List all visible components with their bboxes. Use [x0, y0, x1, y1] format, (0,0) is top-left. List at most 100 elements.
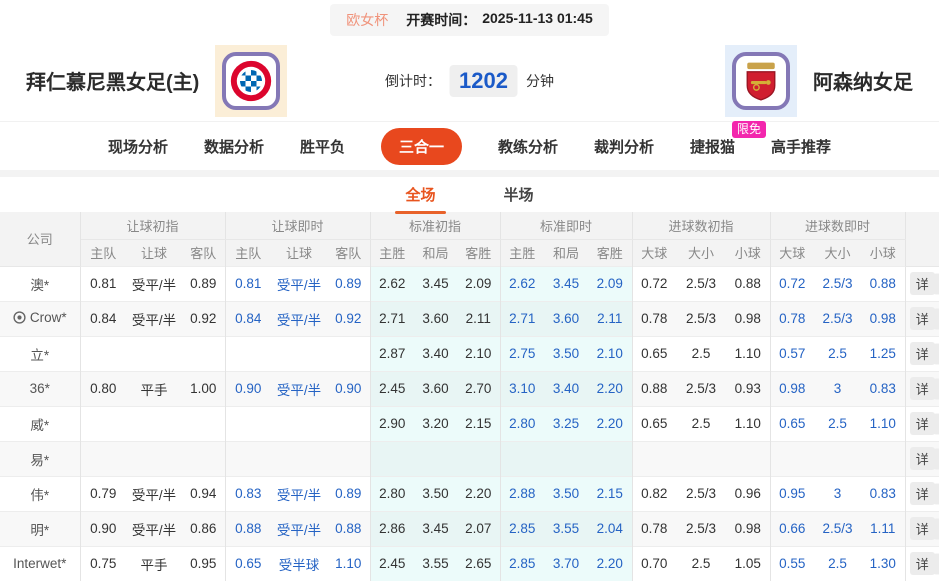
odds-cell[interactable]: 0.83: [861, 476, 905, 511]
odds-cell[interactable]: 0.92: [327, 301, 370, 336]
odds-cell[interactable]: 2.20: [588, 546, 632, 581]
odds-cell[interactable]: 2.5/3: [814, 301, 861, 336]
odds-cell[interactable]: 0.88: [327, 511, 370, 546]
odds-cell[interactable]: [861, 441, 905, 476]
odds-cell[interactable]: 2.80: [500, 406, 544, 441]
odds-cell[interactable]: 2.71: [500, 301, 544, 336]
odds-cell[interactable]: 受平/半: [271, 511, 327, 546]
detail-button[interactable]: 详: [910, 412, 935, 435]
odds-cell[interactable]: 2.5: [814, 406, 861, 441]
odds-cell[interactable]: 3.45: [544, 266, 588, 301]
odds-cell[interactable]: 0.98: [861, 301, 905, 336]
odds-cell[interactable]: 0.55: [770, 546, 814, 581]
odds-cell[interactable]: [500, 441, 544, 476]
odds-cell[interactable]: 0.90: [327, 371, 370, 406]
odds-cell[interactable]: 2.85: [500, 546, 544, 581]
odds-cell[interactable]: 2.20: [588, 371, 632, 406]
odds-cell[interactable]: 0.88: [861, 266, 905, 301]
detail-button[interactable]: 详: [910, 517, 935, 540]
odds-cell[interactable]: 2.62: [500, 266, 544, 301]
odds-cell[interactable]: 受平/半: [271, 371, 327, 406]
odds-cell[interactable]: 2.10: [588, 336, 632, 371]
odds-cell[interactable]: 0.72: [770, 266, 814, 301]
odds-cell[interactable]: 1.25: [861, 336, 905, 371]
tab-referee-analysis[interactable]: 裁判分析: [594, 136, 654, 157]
tab-live-analysis[interactable]: 现场分析: [108, 136, 168, 157]
odds-cell[interactable]: 0.65: [225, 546, 271, 581]
odds-cell[interactable]: 受半球: [271, 546, 327, 581]
odds-cell[interactable]: 2.11: [588, 301, 632, 336]
odds-cell[interactable]: [327, 406, 370, 441]
tab-three-in-one[interactable]: 三合一: [381, 128, 462, 165]
tab-expert-picks[interactable]: 高手推荐: [771, 136, 831, 157]
odds-cell[interactable]: 0.95: [770, 476, 814, 511]
odds-cell[interactable]: [814, 441, 861, 476]
subtab-full-match[interactable]: 全场: [403, 180, 437, 209]
odds-cell[interactable]: 3.50: [544, 476, 588, 511]
tab-jiebao-cat[interactable]: 捷报猫 限免: [690, 136, 735, 157]
odds-cell[interactable]: [271, 336, 327, 371]
odds-cell[interactable]: 0.90: [225, 371, 271, 406]
odds-cell[interactable]: 3.60: [544, 301, 588, 336]
odds-cell[interactable]: 2.5: [814, 336, 861, 371]
odds-cell[interactable]: 3.25: [544, 406, 588, 441]
odds-cell[interactable]: 0.84: [225, 301, 271, 336]
odds-cell[interactable]: [327, 336, 370, 371]
tab-coach-analysis[interactable]: 教练分析: [498, 136, 558, 157]
odds-cell[interactable]: 0.65: [770, 406, 814, 441]
detail-button[interactable]: 详: [910, 447, 935, 470]
odds-cell[interactable]: 3.50: [544, 336, 588, 371]
odds-cell[interactable]: 1.10: [861, 406, 905, 441]
odds-cell[interactable]: 1.10: [327, 546, 370, 581]
odds-cell[interactable]: [271, 441, 327, 476]
odds-cell[interactable]: 0.83: [225, 476, 271, 511]
odds-cell[interactable]: 2.15: [588, 476, 632, 511]
odds-cell[interactable]: 0.78: [770, 301, 814, 336]
odds-cell[interactable]: 2.88: [500, 476, 544, 511]
detail-button[interactable]: 详: [910, 377, 935, 400]
detail-button[interactable]: 详: [910, 307, 935, 330]
tab-win-draw-loss[interactable]: 胜平负: [300, 136, 345, 157]
tab-data-analysis[interactable]: 数据分析: [204, 136, 264, 157]
odds-cell[interactable]: 3.70: [544, 546, 588, 581]
subtab-half-match[interactable]: 半场: [502, 180, 536, 209]
odds-cell[interactable]: 2.09: [588, 266, 632, 301]
odds-cell[interactable]: 3: [814, 476, 861, 511]
odds-cell[interactable]: 2.5/3: [814, 266, 861, 301]
odds-cell[interactable]: 2.75: [500, 336, 544, 371]
odds-cell[interactable]: 3.55: [544, 511, 588, 546]
odds-cell[interactable]: 0.89: [327, 476, 370, 511]
odds-cell[interactable]: 0.88: [225, 511, 271, 546]
odds-cell[interactable]: 0.66: [770, 511, 814, 546]
detail-button[interactable]: 详: [910, 342, 935, 365]
odds-cell[interactable]: [225, 441, 271, 476]
odds-cell[interactable]: 1.11: [861, 511, 905, 546]
odds-cell[interactable]: 0.89: [327, 266, 370, 301]
odds-cell[interactable]: [327, 441, 370, 476]
odds-cell[interactable]: [588, 441, 632, 476]
odds-cell[interactable]: 0.81: [225, 266, 271, 301]
odds-cell[interactable]: 3: [814, 371, 861, 406]
odds-cell[interactable]: 受平/半: [271, 266, 327, 301]
odds-cell[interactable]: [225, 406, 271, 441]
odds-cell[interactable]: 3.40: [544, 371, 588, 406]
odds-cell[interactable]: 2.85: [500, 511, 544, 546]
odds-cell[interactable]: 3.10: [500, 371, 544, 406]
detail-button[interactable]: 详: [910, 272, 935, 295]
odds-cell[interactable]: 1.30: [861, 546, 905, 581]
odds-cell[interactable]: 0.98: [770, 371, 814, 406]
odds-cell[interactable]: 2.5/3: [814, 511, 861, 546]
odds-cell[interactable]: [271, 406, 327, 441]
odds-cell[interactable]: 0.57: [770, 336, 814, 371]
odds-cell[interactable]: 0.83: [861, 371, 905, 406]
detail-button[interactable]: 详: [910, 552, 935, 575]
odds-cell[interactable]: 2.04: [588, 511, 632, 546]
odds-cell[interactable]: 2.20: [588, 406, 632, 441]
odds-cell[interactable]: 受平/半: [271, 301, 327, 336]
detail-button[interactable]: 详: [910, 482, 935, 505]
odds-cell[interactable]: 2.5: [814, 546, 861, 581]
odds-cell[interactable]: [770, 441, 814, 476]
odds-cell[interactable]: 受平/半: [271, 476, 327, 511]
odds-cell[interactable]: [225, 336, 271, 371]
odds-cell[interactable]: [544, 441, 588, 476]
